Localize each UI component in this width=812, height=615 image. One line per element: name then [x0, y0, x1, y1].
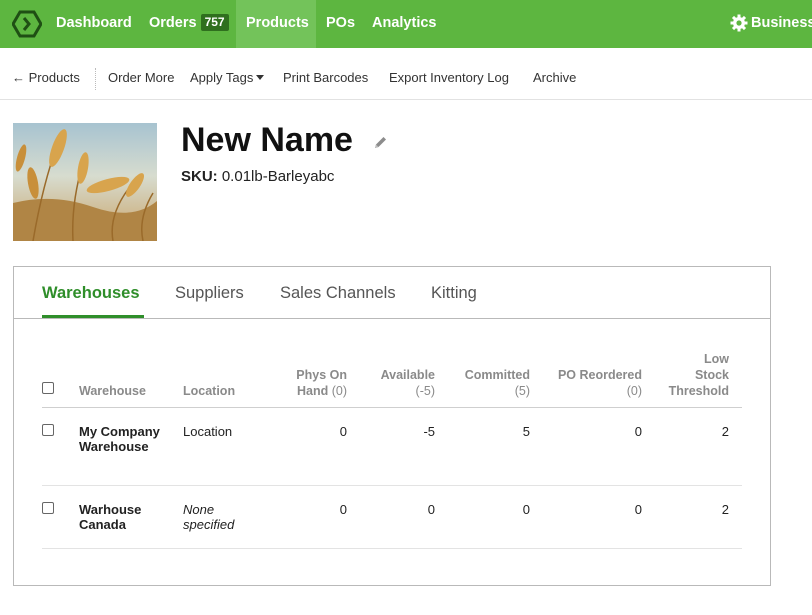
col-warehouse[interactable]: Warehouse	[79, 383, 146, 399]
col-available[interactable]: Available (-5)	[355, 367, 435, 399]
row-low-stock: 2	[721, 502, 729, 517]
row-checkbox[interactable]	[42, 424, 54, 436]
orders-count-badge: 757	[200, 14, 229, 31]
tab-suppliers[interactable]: Suppliers	[175, 284, 244, 303]
nav-analytics[interactable]: Analytics	[372, 0, 436, 48]
col-committed[interactable]: Committed (5)	[444, 367, 530, 399]
nav-dashboard-label: Dashboard	[56, 15, 132, 31]
tab-sales-channels[interactable]: Sales Channels	[280, 284, 396, 303]
row-warehouse[interactable]: Warhouse Canada	[79, 502, 169, 532]
row-location: Location	[183, 424, 233, 439]
order-more-button[interactable]: Order More	[108, 70, 174, 85]
col-location[interactable]: Location	[183, 383, 235, 399]
col-phys-label-1: Phys On	[296, 368, 347, 382]
pencil-icon[interactable]	[373, 135, 388, 150]
active-tab-indicator	[42, 315, 144, 318]
tab-bar: Warehouses Suppliers Sales Channels Kitt…	[14, 267, 770, 319]
nav-pos[interactable]: POs	[326, 0, 355, 48]
caret-down-icon	[256, 75, 265, 80]
tab-kitting[interactable]: Kitting	[431, 284, 477, 303]
col-available-total: (-5)	[415, 384, 435, 398]
row-available: 0	[427, 502, 435, 517]
row-divider	[42, 548, 742, 549]
col-low-label-3: Threshold	[668, 384, 729, 398]
row-warehouse[interactable]: My Company Warehouse	[79, 424, 169, 454]
col-available-label: Available	[380, 368, 435, 382]
row-committed: 0	[522, 502, 530, 517]
col-low-label-1: Low	[704, 352, 729, 366]
row-available: -5	[423, 424, 435, 439]
product-image	[13, 123, 157, 241]
sku-line: SKU: 0.01lb-Barleyabc	[181, 168, 334, 185]
col-phys-label-2: Hand	[296, 384, 329, 398]
select-all-checkbox[interactable]	[42, 382, 54, 394]
col-po-reordered[interactable]: PO Reordered (0)	[539, 367, 642, 399]
row-phys-on-hand: 0	[339, 502, 347, 517]
top-nav: Dashboard Orders 757 Products POs Analyti…	[0, 0, 812, 48]
col-phys-total: (0)	[331, 384, 347, 398]
sku-label: SKU:	[181, 168, 218, 185]
row-phys-on-hand: 0	[339, 424, 347, 439]
row-low-stock: 2	[721, 424, 729, 439]
col-committed-label: Committed	[464, 368, 530, 382]
archive-button[interactable]: Archive	[533, 70, 576, 85]
row-divider	[42, 485, 742, 486]
row-po-reordered: 0	[634, 424, 642, 439]
apply-tags-dropdown[interactable]: Apply Tags	[190, 70, 265, 85]
nav-pos-label: POs	[326, 15, 356, 31]
row-po-reordered: 0	[634, 502, 642, 517]
nav-dashboard[interactable]: Dashboard	[56, 0, 132, 48]
sku-value: 0.01lb-Barleyabc	[221, 168, 335, 185]
divider	[95, 68, 96, 90]
print-barcodes-button[interactable]: Print Barcodes	[283, 70, 368, 85]
nav-orders-label: Orders	[149, 15, 197, 31]
col-po-total: (0)	[626, 384, 642, 398]
nav-products[interactable]: Products	[236, 0, 316, 48]
row-location: None specified	[183, 502, 235, 532]
product-name: New Name	[181, 121, 353, 159]
tab-warehouses[interactable]: Warehouses	[42, 284, 140, 303]
export-inventory-log-button[interactable]: Export Inventory Log	[389, 70, 509, 85]
col-low-stock-threshold[interactable]: Low Stock Threshold	[654, 351, 729, 399]
gear-icon	[730, 14, 748, 32]
header-divider	[42, 407, 742, 408]
row-committed: 5	[522, 424, 530, 439]
col-po-label: PO Reordered	[557, 368, 642, 382]
row-checkbox[interactable]	[42, 502, 54, 514]
apply-tags-label: Apply Tags	[190, 70, 254, 85]
business-label: Business	[751, 15, 812, 31]
col-committed-total: (5)	[514, 384, 530, 398]
action-bar: ← Products Order More Apply Tags Print B…	[0, 60, 812, 100]
back-to-products-link[interactable]: ← Products	[12, 70, 80, 85]
business-menu[interactable]: Business	[730, 0, 812, 48]
nav-products-label: Products	[246, 15, 309, 31]
nav-analytics-label: Analytics	[372, 15, 437, 31]
inventory-panel: Warehouses Suppliers Sales Channels Kitt…	[13, 266, 771, 586]
col-low-label-2: Stock	[694, 368, 729, 382]
nav-orders[interactable]: Orders 757	[149, 0, 229, 48]
logo-icon[interactable]	[12, 10, 42, 38]
col-phys-on-hand[interactable]: Phys On Hand (0)	[264, 367, 347, 399]
